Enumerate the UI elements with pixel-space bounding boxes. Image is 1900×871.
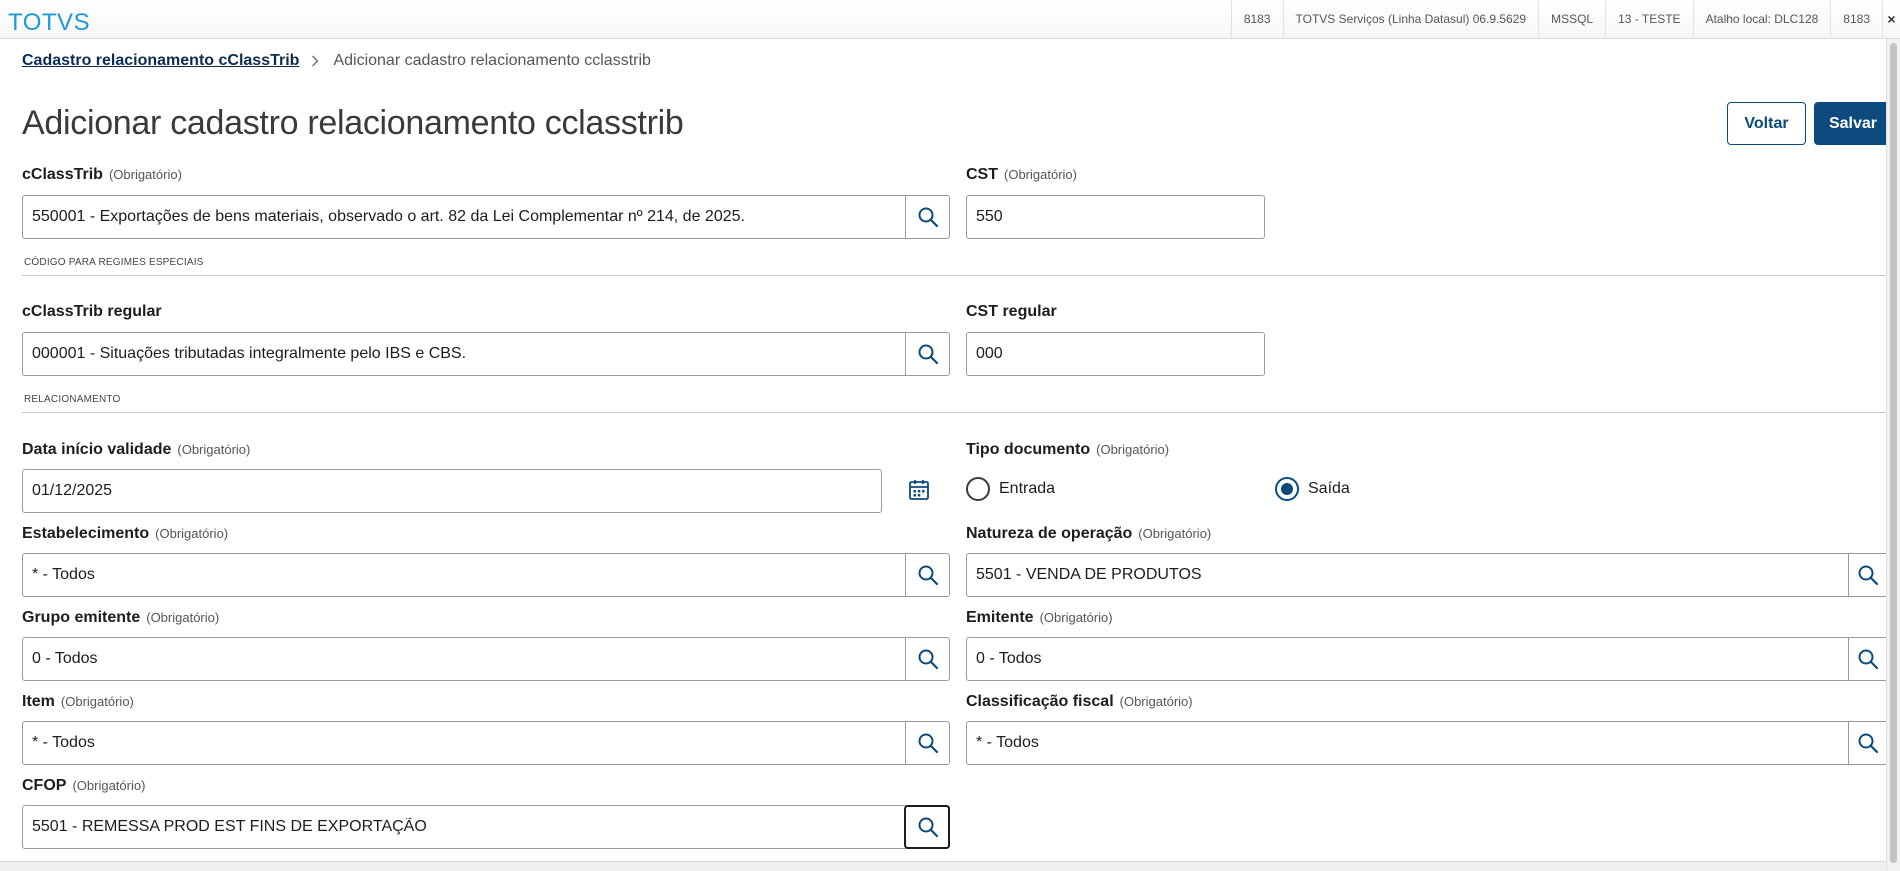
cst-input[interactable]: 550: [966, 195, 1265, 239]
search-icon[interactable]: [904, 805, 950, 849]
cfop-label: CFOP (Obrigatório): [22, 777, 146, 794]
required-hint: (Obrigatório): [177, 442, 251, 457]
status-product: TOTVS Serviços (Linha Datasul) 06.9.5629: [1282, 0, 1539, 38]
search-icon[interactable]: [905, 554, 949, 596]
required-hint: (Obrigatório): [155, 526, 229, 541]
cclasstrib-input[interactable]: 550001 - Exportações de bens materiais, …: [22, 195, 950, 239]
vertical-scrollbar[interactable]: [1886, 39, 1900, 871]
item-label: Item (Obrigatório): [22, 693, 134, 710]
save-button[interactable]: Salvar: [1814, 102, 1892, 145]
data-inicio-input[interactable]: 01/12/2025: [22, 469, 882, 513]
status-company: 13 - TESTE: [1605, 0, 1692, 38]
required-hint: (Obrigatório): [60, 694, 134, 709]
estabelecimento-input[interactable]: * - Todos: [22, 553, 950, 597]
grupo-emitente-label: Grupo emitente (Obrigatório): [22, 609, 220, 626]
search-icon[interactable]: [1848, 554, 1886, 596]
radio-dot: [1281, 483, 1293, 495]
item-input[interactable]: * - Todos: [22, 721, 950, 765]
estabelecimento-label: Estabelecimento (Obrigatório): [22, 525, 229, 542]
radio-circle-checked: [1275, 477, 1299, 501]
calendar-icon[interactable]: [908, 478, 930, 507]
cst-value: 550: [976, 208, 1003, 225]
radio-entrada-label: Entrada: [999, 480, 1056, 497]
required-hint: (Obrigatório): [1039, 610, 1113, 625]
cst-regular-label: CST regular: [966, 303, 1057, 320]
cclasstrib-value: 550001 - Exportações de bens materiais, …: [32, 208, 745, 225]
search-icon[interactable]: [1848, 638, 1886, 680]
emitente-label: Emitente (Obrigatório): [966, 609, 1113, 626]
item-value: * - Todos: [32, 734, 95, 751]
totvs-logo: TOTVS: [8, 9, 91, 36]
grupo-emitente-value: 0 - Todos: [32, 650, 98, 667]
cfop-value: 5501 - REMESSA PROD EST FINS DE EXPORTAÇ…: [32, 818, 427, 835]
required-hint: (Obrigatório): [72, 778, 146, 793]
search-icon[interactable]: [905, 196, 949, 238]
natureza-input[interactable]: 5501 - VENDA DE PRODUTOS: [966, 553, 1886, 597]
cclasstrib-regular-label: cClassTrib regular: [22, 303, 162, 320]
required-hint: (Obrigatório): [1119, 694, 1193, 709]
cfop-input[interactable]: 5501 - REMESSA PROD EST FINS DE EXPORTAÇ…: [22, 805, 950, 849]
top-bar: TOTVS 8183 TOTVS Serviços (Linha Datasul…: [0, 0, 1900, 39]
breadcrumb: Cadastro relacionamento cClassTrib Adici…: [22, 51, 651, 71]
cclasstrib-regular-value: 000001 - Situações tributadas integralme…: [32, 345, 467, 362]
section-relation: RELACIONAMENTO: [24, 394, 121, 405]
classificacao-value: * - Todos: [976, 734, 1039, 751]
classificacao-input[interactable]: * - Todos: [966, 721, 1886, 765]
back-button[interactable]: Voltar: [1727, 102, 1806, 145]
required-hint: (Obrigatório): [1004, 167, 1077, 182]
data-inicio-value: 01/12/2025: [32, 482, 113, 499]
required-hint: (Obrigatório): [1138, 526, 1212, 541]
radio-saida[interactable]: Saída: [1275, 477, 1350, 501]
required-hint: (Obrigatório): [108, 167, 182, 182]
data-inicio-label: Data início validade (Obrigatório): [22, 441, 251, 458]
natureza-label: Natureza de operação (Obrigatório): [966, 525, 1212, 542]
natureza-value: 5501 - VENDA DE PRODUTOS: [976, 566, 1202, 583]
cclasstrib-label: cClassTrib (Obrigatório): [22, 166, 182, 183]
page-title: Adicionar cadastro relacionamento cclass…: [22, 104, 684, 142]
search-icon[interactable]: [905, 638, 949, 680]
estabelecimento-value: * - Todos: [32, 566, 95, 583]
cclasstrib-regular-input[interactable]: 000001 - Situações tributadas integralme…: [22, 332, 950, 376]
section-divider: [22, 275, 1886, 276]
breadcrumb-current: Adicionar cadastro relacionamento cclass…: [333, 52, 651, 69]
breadcrumb-parent-link[interactable]: Cadastro relacionamento cClassTrib: [22, 52, 299, 70]
close-icon[interactable]: ×: [1882, 0, 1900, 38]
tipo-documento-label: Tipo documento (Obrigatório): [966, 441, 1170, 458]
emitente-input[interactable]: 0 - Todos: [966, 637, 1886, 681]
status-user-code: 8183: [1230, 0, 1283, 38]
cst-label: CST (Obrigatório): [966, 166, 1077, 183]
required-hint: (Obrigatório): [146, 610, 220, 625]
bottom-scroll-edge: [0, 861, 1886, 871]
cst-regular-value: 000: [976, 345, 1003, 362]
classificacao-label: Classificação fiscal (Obrigatório): [966, 693, 1193, 710]
chevron-right-icon: [311, 55, 319, 67]
radio-circle: [966, 477, 990, 501]
status-database: MSSQL: [1538, 0, 1605, 38]
scrollbar-thumb[interactable]: [1890, 43, 1897, 863]
status-code: 8183: [1830, 0, 1882, 38]
search-icon[interactable]: [1848, 722, 1886, 764]
status-shortcut: Atalho local: DLC128: [1692, 0, 1831, 38]
cst-regular-input[interactable]: 000: [966, 332, 1265, 376]
search-icon[interactable]: [905, 333, 949, 375]
section-divider: [22, 412, 1886, 413]
emitente-value: 0 - Todos: [976, 650, 1042, 667]
status-bar: 8183 TOTVS Serviços (Linha Datasul) 06.9…: [1230, 0, 1900, 38]
radio-entrada[interactable]: Entrada: [966, 477, 1055, 501]
radio-saida-label: Saída: [1308, 480, 1350, 497]
grupo-emitente-input[interactable]: 0 - Todos: [22, 637, 950, 681]
required-hint: (Obrigatório): [1096, 442, 1170, 457]
section-special-regimes: CÓDIGO PARA REGIMES ESPECIAIS: [24, 257, 204, 268]
search-icon[interactable]: [905, 722, 949, 764]
